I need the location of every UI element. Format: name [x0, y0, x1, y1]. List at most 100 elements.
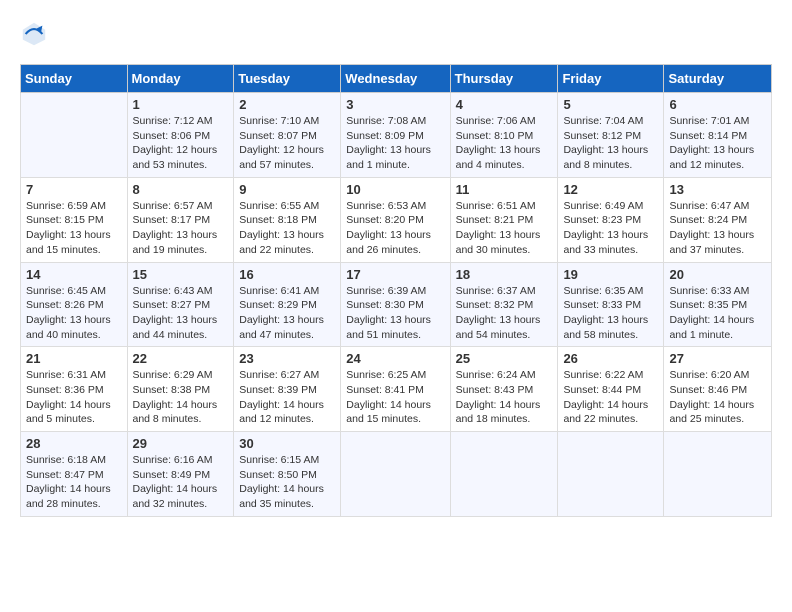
day-info: Sunrise: 7:06 AM Sunset: 8:10 PM Dayligh…: [456, 114, 553, 173]
calendar-week-row: 21 Sunrise: 6:31 AM Sunset: 8:36 PM Dayli…: [21, 347, 772, 432]
day-info: Sunrise: 6:59 AM Sunset: 8:15 PM Dayligh…: [26, 199, 122, 258]
day-number: 24: [346, 351, 444, 366]
day-number: 25: [456, 351, 553, 366]
day-number: 23: [239, 351, 335, 366]
calendar-cell: 2 Sunrise: 7:10 AM Sunset: 8:07 PM Daylig…: [234, 93, 341, 178]
day-number: 3: [346, 97, 444, 112]
calendar-cell: 17 Sunrise: 6:39 AM Sunset: 8:30 PM Dayli…: [341, 262, 450, 347]
day-number: 4: [456, 97, 553, 112]
day-number: 26: [563, 351, 658, 366]
calendar-cell: 9 Sunrise: 6:55 AM Sunset: 8:18 PM Daylig…: [234, 177, 341, 262]
calendar-week-row: 1Sunrise: 7:12 AM Sunset: 8:06 PM Daylig…: [21, 93, 772, 178]
calendar-cell: 15 Sunrise: 6:43 AM Sunset: 8:27 PM Dayli…: [127, 262, 234, 347]
calendar-cell: [21, 93, 128, 178]
calendar-cell: 29 Sunrise: 6:16 AM Sunset: 8:49 PM Dayli…: [127, 432, 234, 517]
day-number: 8: [133, 182, 229, 197]
calendar-cell: 12Sunrise: 6:49 AM Sunset: 8:23 PM Dayli…: [558, 177, 664, 262]
header-row: SundayMondayTuesdayWednesdayThursdayFrid…: [21, 65, 772, 93]
calendar-cell: 19 Sunrise: 6:35 AM Sunset: 8:33 PM Dayli…: [558, 262, 664, 347]
calendar-header: SundayMondayTuesdayWednesdayThursdayFrid…: [21, 65, 772, 93]
calendar-cell: [450, 432, 558, 517]
calendar-cell: 11Sunrise: 6:51 AM Sunset: 8:21 PM Dayli…: [450, 177, 558, 262]
day-number: 29: [133, 436, 229, 451]
calendar-cell: 16Sunrise: 6:41 AM Sunset: 8:29 PM Dayli…: [234, 262, 341, 347]
day-number: 18: [456, 267, 553, 282]
day-number: 16: [239, 267, 335, 282]
day-number: 5: [563, 97, 658, 112]
day-info: Sunrise: 6:57 AM Sunset: 8:17 PM Dayligh…: [133, 199, 229, 258]
day-info: Sunrise: 6:37 AM Sunset: 8:32 PM Dayligh…: [456, 284, 553, 343]
day-number: 10: [346, 182, 444, 197]
day-number: 9: [239, 182, 335, 197]
day-number: 22: [133, 351, 229, 366]
calendar-cell: [558, 432, 664, 517]
day-number: 7: [26, 182, 122, 197]
calendar-cell: 30 Sunrise: 6:15 AM Sunset: 8:50 PM Dayli…: [234, 432, 341, 517]
day-number: 21: [26, 351, 122, 366]
calendar-cell: 20 Sunrise: 6:33 AM Sunset: 8:35 PM Dayli…: [664, 262, 772, 347]
header-cell-monday: Monday: [127, 65, 234, 93]
calendar-cell: 25 Sunrise: 6:24 AM Sunset: 8:43 PM Dayli…: [450, 347, 558, 432]
day-info: Sunrise: 6:35 AM Sunset: 8:33 PM Dayligh…: [563, 284, 658, 343]
day-info: Sunrise: 6:29 AM Sunset: 8:38 PM Dayligh…: [133, 368, 229, 427]
day-number: 30: [239, 436, 335, 451]
calendar-cell: 6Sunrise: 7:01 AM Sunset: 8:14 PM Daylig…: [664, 93, 772, 178]
calendar-cell: 10 Sunrise: 6:53 AM Sunset: 8:20 PM Dayli…: [341, 177, 450, 262]
logo: [20, 20, 52, 48]
calendar-cell: 4 Sunrise: 7:06 AM Sunset: 8:10 PM Daylig…: [450, 93, 558, 178]
day-number: 19: [563, 267, 658, 282]
header-cell-friday: Friday: [558, 65, 664, 93]
calendar-cell: 8 Sunrise: 6:57 AM Sunset: 8:17 PM Daylig…: [127, 177, 234, 262]
day-info: Sunrise: 7:01 AM Sunset: 8:14 PM Dayligh…: [669, 114, 766, 173]
calendar-cell: 28 Sunrise: 6:18 AM Sunset: 8:47 PM Dayli…: [21, 432, 128, 517]
day-info: Sunrise: 6:18 AM Sunset: 8:47 PM Dayligh…: [26, 453, 122, 512]
day-info: Sunrise: 6:15 AM Sunset: 8:50 PM Dayligh…: [239, 453, 335, 512]
day-info: Sunrise: 7:10 AM Sunset: 8:07 PM Dayligh…: [239, 114, 335, 173]
calendar-cell: [341, 432, 450, 517]
logo-icon: [20, 20, 48, 48]
day-info: Sunrise: 6:39 AM Sunset: 8:30 PM Dayligh…: [346, 284, 444, 343]
page-header: [20, 20, 772, 48]
day-info: Sunrise: 6:22 AM Sunset: 8:44 PM Dayligh…: [563, 368, 658, 427]
header-cell-sunday: Sunday: [21, 65, 128, 93]
day-info: Sunrise: 6:33 AM Sunset: 8:35 PM Dayligh…: [669, 284, 766, 343]
calendar-cell: 24 Sunrise: 6:25 AM Sunset: 8:41 PM Dayli…: [341, 347, 450, 432]
day-number: 12: [563, 182, 658, 197]
calendar-cell: 14Sunrise: 6:45 AM Sunset: 8:26 PM Dayli…: [21, 262, 128, 347]
day-info: Sunrise: 6:53 AM Sunset: 8:20 PM Dayligh…: [346, 199, 444, 258]
day-number: 20: [669, 267, 766, 282]
calendar-body: 1Sunrise: 7:12 AM Sunset: 8:06 PM Daylig…: [21, 93, 772, 517]
day-info: Sunrise: 6:25 AM Sunset: 8:41 PM Dayligh…: [346, 368, 444, 427]
day-info: Sunrise: 6:20 AM Sunset: 8:46 PM Dayligh…: [669, 368, 766, 427]
day-info: Sunrise: 6:47 AM Sunset: 8:24 PM Dayligh…: [669, 199, 766, 258]
day-number: 28: [26, 436, 122, 451]
calendar-cell: 1Sunrise: 7:12 AM Sunset: 8:06 PM Daylig…: [127, 93, 234, 178]
calendar-cell: 3 Sunrise: 7:08 AM Sunset: 8:09 PM Daylig…: [341, 93, 450, 178]
calendar-week-row: 14Sunrise: 6:45 AM Sunset: 8:26 PM Dayli…: [21, 262, 772, 347]
day-number: 15: [133, 267, 229, 282]
day-info: Sunrise: 6:31 AM Sunset: 8:36 PM Dayligh…: [26, 368, 122, 427]
day-number: 27: [669, 351, 766, 366]
day-info: Sunrise: 6:45 AM Sunset: 8:26 PM Dayligh…: [26, 284, 122, 343]
calendar-cell: 7 Sunrise: 6:59 AM Sunset: 8:15 PM Daylig…: [21, 177, 128, 262]
calendar-table: SundayMondayTuesdayWednesdayThursdayFrid…: [20, 64, 772, 517]
header-cell-tuesday: Tuesday: [234, 65, 341, 93]
day-info: Sunrise: 6:43 AM Sunset: 8:27 PM Dayligh…: [133, 284, 229, 343]
day-number: 2: [239, 97, 335, 112]
day-info: Sunrise: 6:24 AM Sunset: 8:43 PM Dayligh…: [456, 368, 553, 427]
calendar-cell: 13Sunrise: 6:47 AM Sunset: 8:24 PM Dayli…: [664, 177, 772, 262]
calendar-week-row: 28 Sunrise: 6:18 AM Sunset: 8:47 PM Dayli…: [21, 432, 772, 517]
day-info: Sunrise: 7:08 AM Sunset: 8:09 PM Dayligh…: [346, 114, 444, 173]
day-number: 17: [346, 267, 444, 282]
day-info: Sunrise: 7:12 AM Sunset: 8:06 PM Dayligh…: [133, 114, 229, 173]
calendar-cell: 26 Sunrise: 6:22 AM Sunset: 8:44 PM Dayli…: [558, 347, 664, 432]
day-info: Sunrise: 6:16 AM Sunset: 8:49 PM Dayligh…: [133, 453, 229, 512]
calendar-cell: 18 Sunrise: 6:37 AM Sunset: 8:32 PM Dayli…: [450, 262, 558, 347]
calendar-cell: 22 Sunrise: 6:29 AM Sunset: 8:38 PM Dayli…: [127, 347, 234, 432]
calendar-cell: 5Sunrise: 7:04 AM Sunset: 8:12 PM Daylig…: [558, 93, 664, 178]
header-cell-saturday: Saturday: [664, 65, 772, 93]
day-info: Sunrise: 6:55 AM Sunset: 8:18 PM Dayligh…: [239, 199, 335, 258]
day-info: Sunrise: 6:51 AM Sunset: 8:21 PM Dayligh…: [456, 199, 553, 258]
header-cell-wednesday: Wednesday: [341, 65, 450, 93]
header-cell-thursday: Thursday: [450, 65, 558, 93]
